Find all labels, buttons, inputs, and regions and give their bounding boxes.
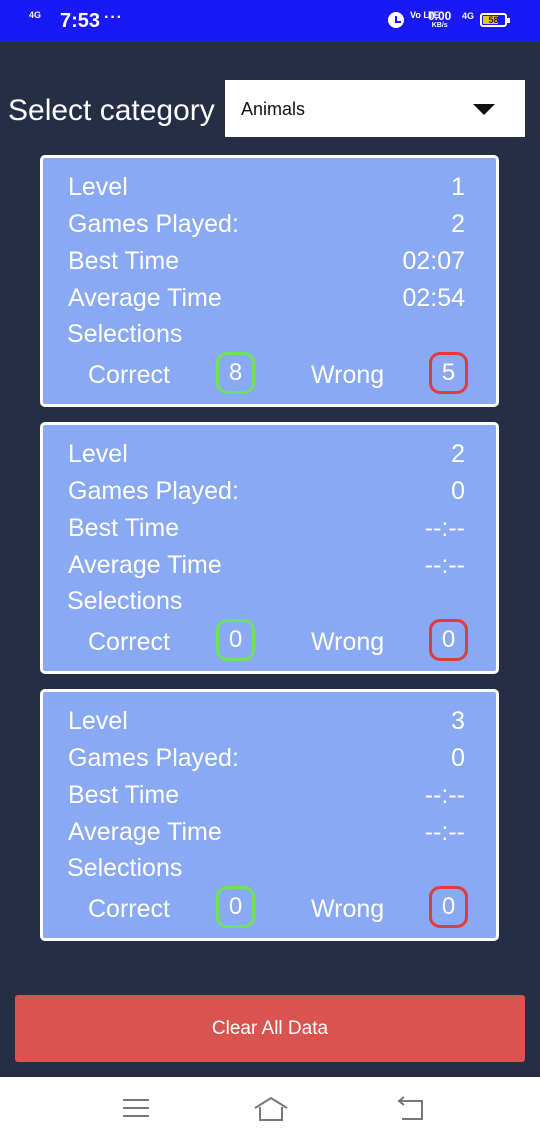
level-label: Level (68, 440, 128, 468)
speed-value: 0.00 (428, 9, 452, 23)
network-indicator: 4G (29, 10, 42, 20)
wrong-count: 0 (429, 619, 468, 661)
correct-count: 8 (216, 352, 255, 394)
clear-all-data-button[interactable]: Clear All Data (15, 995, 525, 1062)
system-nav-bar (0, 1077, 540, 1140)
correct-label: Correct (88, 628, 170, 656)
speed-unit: KB/s (431, 22, 448, 29)
category-dropdown[interactable]: Animals (225, 80, 525, 137)
status-time: 7:53 (60, 10, 101, 32)
level-value: 3 (451, 707, 465, 735)
wrong-count: 5 (429, 352, 468, 394)
caret-down-icon (473, 104, 495, 115)
level-card-1: Level 1 Games Played: 2 Best Time 02:07 Ave… (40, 155, 499, 407)
selections-label: Selections (67, 587, 183, 615)
battery-level: 58 (488, 15, 499, 25)
category-selected-value: Animals (241, 99, 306, 119)
games-played-label: Games Played: (68, 744, 239, 772)
level-value: 2 (451, 440, 465, 468)
best-time-value: --:-- (424, 514, 465, 542)
best-time-label: Best Time (68, 781, 180, 809)
back-icon[interactable] (396, 1095, 426, 1123)
best-time-value: 02:07 (402, 247, 465, 275)
best-time-value: --:-- (424, 781, 465, 809)
average-time-label: Average Time (68, 551, 222, 579)
correct-count: 0 (216, 619, 255, 661)
average-time-value: --:-- (424, 551, 465, 579)
home-icon[interactable] (253, 1095, 289, 1123)
average-time-value: --:-- (424, 818, 465, 846)
correct-label: Correct (88, 895, 170, 923)
level-label: Level (68, 173, 128, 201)
alarm-icon (388, 12, 404, 28)
average-time-value: 02:54 (402, 284, 465, 312)
games-played-label: Games Played: (68, 210, 239, 238)
games-played-value: 0 (451, 744, 465, 772)
wrong-label: Wrong (311, 895, 385, 923)
level-card-3: Level 3 Games Played: 0 Best Time --:-- Ave… (40, 689, 499, 941)
games-played-value: 0 (451, 477, 465, 505)
average-time-label: Average Time (68, 284, 222, 312)
menu-icon[interactable] (123, 1099, 149, 1117)
games-played-value: 2 (451, 210, 465, 238)
level-label: Level (68, 707, 128, 735)
correct-count: 0 (216, 886, 255, 928)
battery-icon: 58 (480, 13, 510, 27)
status-bar: 4G 7:53 ··· Vo LTE 0.00 KB/s 4G 58 (0, 0, 540, 42)
level-card-2: Level 2 Games Played: 0 Best Time --:-- Ave… (40, 422, 499, 674)
average-time-label: Average Time (68, 818, 222, 846)
level-value: 1 (451, 173, 465, 201)
wrong-count: 0 (429, 886, 468, 928)
games-played-label: Games Played: (68, 477, 239, 505)
selections-label: Selections (67, 320, 183, 348)
correct-label: Correct (88, 361, 170, 389)
more-notifications-icon: ··· (104, 9, 123, 26)
wrong-label: Wrong (311, 361, 385, 389)
wrong-label: Wrong (311, 628, 385, 656)
best-time-label: Best Time (68, 247, 180, 275)
best-time-label: Best Time (68, 514, 180, 542)
network-speed: 0.00 KB/s (428, 10, 451, 30)
category-label: Select category (8, 94, 215, 127)
network-type: 4G (462, 11, 475, 21)
selections-label: Selections (67, 854, 183, 882)
